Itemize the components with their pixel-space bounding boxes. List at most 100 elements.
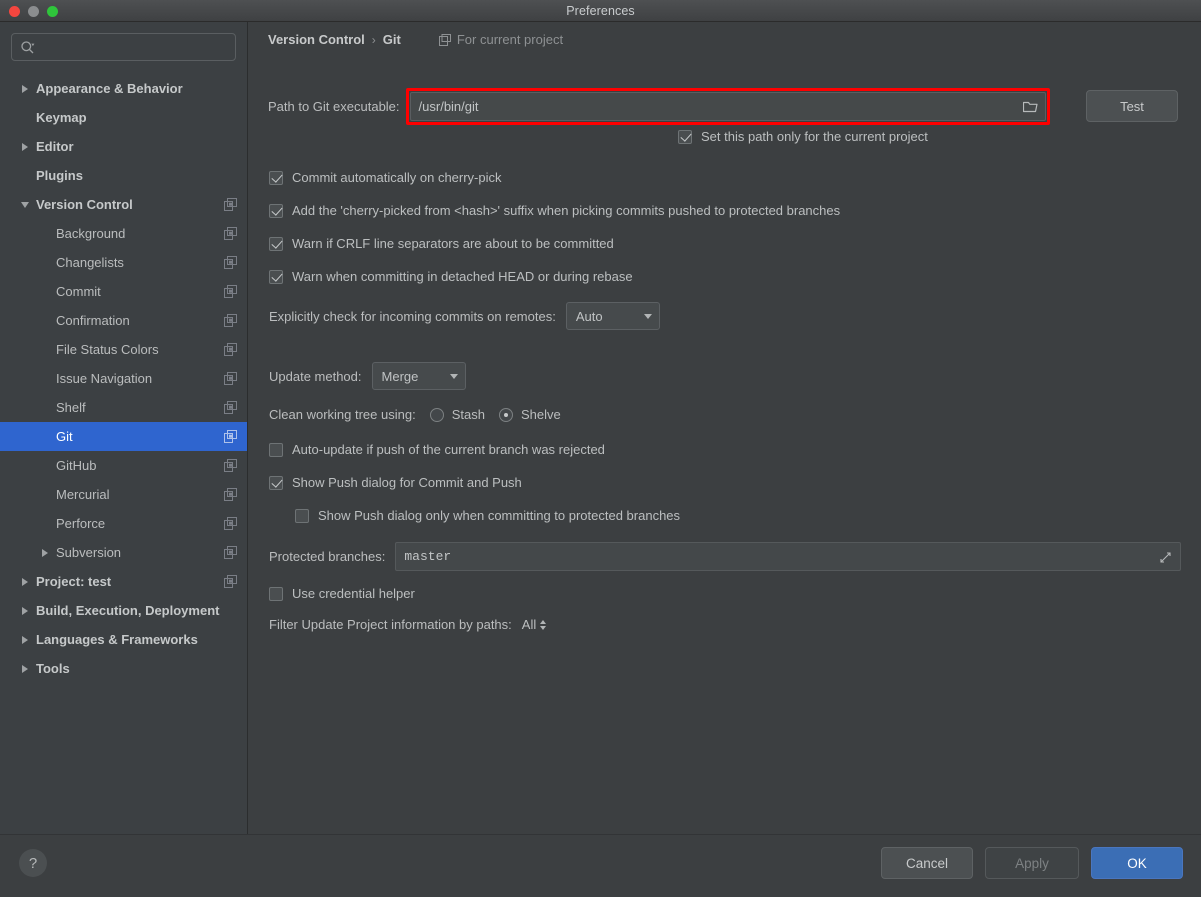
auto-update-row[interactable]: Auto-update if push of the current branc… [269, 442, 605, 457]
incoming-commits-select[interactable]: Auto [565, 302, 660, 330]
copy-settings-icon[interactable] [224, 459, 237, 472]
chevron-right-icon [34, 548, 56, 557]
copy-settings-icon[interactable] [224, 285, 237, 298]
sidebar-item-project-test[interactable]: Project: test [0, 567, 247, 596]
cancel-button[interactable]: Cancel [881, 847, 973, 879]
path-to-git-label: Path to Git executable: [268, 99, 400, 114]
copy-settings-icon[interactable] [224, 517, 237, 530]
chevron-right-glyph[interactable] [22, 606, 28, 615]
chevron-down-icon [643, 313, 652, 319]
chevron-right-glyph[interactable] [22, 664, 28, 673]
update-method-select[interactable]: Merge [371, 362, 466, 390]
set-path-only-checkbox[interactable] [678, 129, 692, 144]
sidebar-item-label: Background [56, 226, 126, 241]
copy-settings-icon[interactable] [224, 198, 237, 211]
warn-crlf-row[interactable]: Warn if CRLF line separators are about t… [269, 236, 614, 251]
sidebar-item-confirmation[interactable]: Confirmation [0, 306, 247, 335]
browse-folder-icon[interactable] [1022, 100, 1038, 113]
sidebar-item-perforce[interactable]: Perforce [0, 509, 247, 538]
chevron-right-glyph[interactable] [42, 548, 48, 557]
sidebar-item-appearance-behavior[interactable]: Appearance & Behavior [0, 74, 247, 103]
sidebar-item-issue-navigation[interactable]: Issue Navigation [0, 364, 247, 393]
sidebar-item-languages-frameworks[interactable]: Languages & Frameworks [0, 625, 247, 654]
protected-branches-row: Protected branches: master [269, 542, 1181, 571]
close-window-button[interactable] [9, 6, 20, 17]
copy-settings-icon[interactable] [224, 372, 237, 385]
radio-shelve[interactable] [498, 407, 513, 422]
filter-update-row: Filter Update Project information by pat… [269, 617, 547, 632]
warn-detached-head-checkbox[interactable] [269, 269, 283, 284]
show-push-protected-label: Show Push dialog only when committing to… [318, 508, 681, 523]
auto-update-checkbox[interactable] [269, 442, 283, 457]
sidebar-item-label: Git [56, 429, 73, 444]
sidebar-item-changelists[interactable]: Changelists [0, 248, 247, 277]
git-executable-input[interactable]: /usr/bin/git [409, 92, 1046, 121]
show-push-dialog-row[interactable]: Show Push dialog for Commit and Push [269, 475, 522, 490]
filter-update-stepper[interactable]: All [522, 617, 547, 632]
commit-automatically-row[interactable]: Commit automatically on cherry-pick [269, 170, 502, 185]
copy-settings-icon[interactable] [224, 227, 237, 240]
sidebar-item-build-execution-deployment[interactable]: Build, Execution, Deployment [0, 596, 247, 625]
use-credential-helper-row[interactable]: Use credential helper [269, 586, 415, 601]
copy-settings-icon[interactable] [224, 256, 237, 269]
copy-settings-icon[interactable] [224, 546, 237, 559]
cherry-picked-suffix-checkbox[interactable] [269, 203, 283, 218]
breadcrumb-parent[interactable]: Version Control [268, 32, 365, 47]
sidebar-item-keymap[interactable]: Keymap [0, 103, 247, 132]
sidebar-item-version-control[interactable]: Version Control [0, 190, 247, 219]
filter-update-label: Filter Update Project information by pat… [269, 617, 512, 632]
sidebar-item-tools[interactable]: Tools [0, 654, 247, 683]
chevron-right-glyph[interactable] [22, 577, 28, 586]
warn-crlf-checkbox[interactable] [269, 236, 283, 251]
commit-automatically-checkbox[interactable] [269, 170, 283, 185]
chevron-right-icon [14, 606, 36, 615]
sidebar-item-label: Build, Execution, Deployment [36, 603, 220, 618]
sidebar-item-file-status-colors[interactable]: File Status Colors [0, 335, 247, 364]
sidebar-item-background[interactable]: Background [0, 219, 247, 248]
clean-working-tree-row: Clean working tree using: Stash Shelve [269, 407, 561, 422]
zoom-window-button[interactable] [47, 6, 58, 17]
radio-stash-label: Stash [451, 407, 485, 422]
copy-settings-icon[interactable] [224, 575, 237, 588]
warn-detached-head-row[interactable]: Warn when committing in detached HEAD or… [269, 269, 633, 284]
sidebar-item-github[interactable]: GitHub [0, 451, 247, 480]
sidebar-item-git[interactable]: Git [0, 422, 247, 451]
sidebar-item-label: Changelists [56, 255, 124, 270]
copy-settings-icon[interactable] [224, 488, 237, 501]
sidebar-item-commit[interactable]: Commit [0, 277, 247, 306]
chevron-right-glyph[interactable] [22, 635, 28, 644]
cherry-picked-suffix-row[interactable]: Add the 'cherry-picked from <hash>' suff… [269, 203, 840, 218]
breadcrumb: Version Control › Git For current projec… [268, 32, 563, 47]
copy-settings-icon[interactable] [224, 343, 237, 356]
sidebar-item-shelf[interactable]: Shelf [0, 393, 247, 422]
update-method-label: Update method: [269, 368, 362, 384]
sidebar-item-plugins[interactable]: Plugins [0, 161, 247, 190]
radio-stash[interactable] [429, 407, 444, 422]
expand-editor-icon[interactable] [1159, 551, 1172, 564]
sidebar-item-editor[interactable]: Editor [0, 132, 247, 161]
test-button[interactable]: Test [1086, 90, 1178, 122]
copy-settings-icon[interactable] [224, 314, 237, 327]
apply-button[interactable]: Apply [985, 847, 1079, 879]
show-push-dialog-checkbox[interactable] [269, 475, 283, 490]
show-push-protected-checkbox[interactable] [295, 508, 309, 523]
chevron-right-glyph[interactable] [22, 142, 28, 151]
search-input[interactable] [38, 40, 227, 54]
search-box[interactable] [11, 33, 236, 61]
use-credential-helper-checkbox[interactable] [269, 586, 283, 601]
chevron-right-glyph[interactable] [22, 84, 28, 93]
minimize-window-button[interactable] [28, 6, 39, 17]
copy-settings-icon[interactable] [224, 430, 237, 443]
help-button[interactable]: ? [19, 849, 47, 877]
sidebar-item-mercurial[interactable]: Mercurial [0, 480, 247, 509]
sidebar-item-label: Shelf [56, 400, 86, 415]
copy-settings-icon[interactable] [224, 401, 237, 414]
show-push-protected-row[interactable]: Show Push dialog only when committing to… [295, 508, 680, 523]
ok-button[interactable]: OK [1091, 847, 1183, 879]
stepper-down-icon [540, 625, 547, 630]
set-path-only-row[interactable]: Set this path only for the current proje… [678, 129, 928, 144]
sidebar-item-subversion[interactable]: Subversion [0, 538, 247, 567]
chevron-down-glyph[interactable] [21, 201, 29, 208]
protected-branches-value: master [404, 549, 452, 564]
protected-branches-input[interactable]: master [395, 542, 1181, 571]
